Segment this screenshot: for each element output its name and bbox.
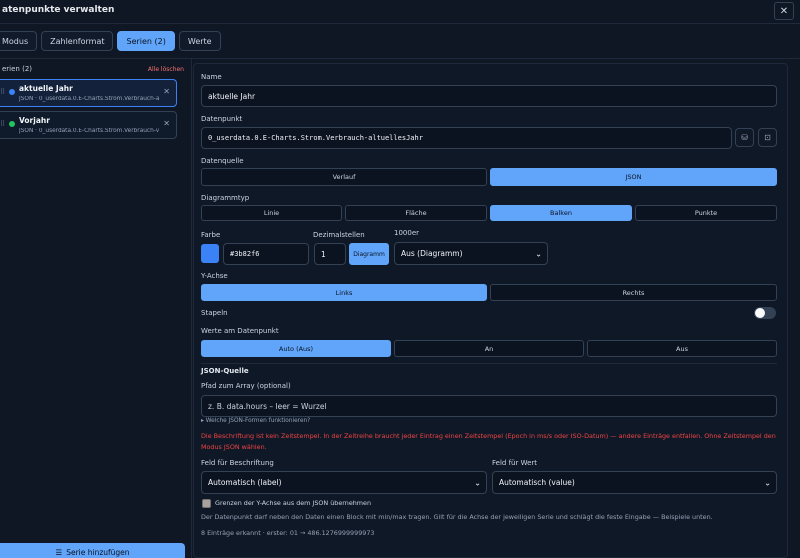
datapoint-input[interactable]: 0_userdata.0.E-Charts.Strom.Verbrauch-al… xyxy=(201,127,732,149)
series-count-header: erien (2) xyxy=(2,65,33,73)
yaxis-option-rechts[interactable]: Rechts xyxy=(490,284,777,301)
yaxis-option-links[interactable]: Links xyxy=(201,284,487,301)
series-item[interactable]: ⠿ Vorjahr JSON · 0_userdata.0.E-Charts.S… xyxy=(0,111,177,139)
values-label: Werte am Datenpunkt xyxy=(201,327,279,335)
tab-werte[interactable]: Werte xyxy=(178,31,221,51)
decimals-diagram-button[interactable]: Diagramm xyxy=(349,243,389,265)
database-icon[interactable]: ⛁ xyxy=(735,128,754,147)
values-option-an[interactable]: An xyxy=(394,340,584,357)
series-item[interactable]: ⠿ aktuelle Jahr JSON · 0_userdata.0.E-Ch… xyxy=(0,79,177,107)
label-field-label: Feld für Beschriftung xyxy=(201,459,274,467)
tab-bar: Modus Zahlenformat Serien (2) Werte xyxy=(0,31,221,51)
source-label: Datenquelle xyxy=(201,157,244,165)
chevron-down-icon: ⌄ xyxy=(764,478,771,487)
thousands-select-value: Aus (Diagramm) xyxy=(401,249,463,258)
series-editor: Name aktuelle Jahr Datenpunkt 0_userdata… xyxy=(193,63,788,558)
chart-type-label: Diagrammtyp xyxy=(201,194,250,202)
close-icon[interactable]: ✕ xyxy=(774,2,794,20)
list-icon: ☰ xyxy=(55,547,63,557)
values-option-aus[interactable]: Aus xyxy=(587,340,777,357)
decimals-label: Dezimalstellen xyxy=(313,231,365,239)
stack-label: Stapeln xyxy=(201,309,228,317)
stack-toggle[interactable] xyxy=(754,307,776,319)
series-sidebar: erien (2) Alle löschen ⠿ aktuelle Jahr J… xyxy=(0,59,192,558)
chart-type-linie[interactable]: Linie xyxy=(201,205,342,221)
series-subtitle: JSON · 0_userdata.0.E-Charts.Strom.Verbr… xyxy=(19,96,159,102)
yaxis-limits-description: Der Datenpunkt darf neben den Daten eine… xyxy=(201,513,713,521)
color-hex-input[interactable]: #3b82f6 xyxy=(223,243,309,265)
entries-detected-info: 8 Einträge erkannt · erster: 01 → 486.12… xyxy=(201,529,375,537)
chart-type-flaeche[interactable]: Fläche xyxy=(345,205,487,221)
decimals-input[interactable]: 1 xyxy=(314,243,346,265)
name-label: Name xyxy=(201,73,222,81)
array-path-input[interactable]: z. B. data.hours – leer = Wurzel xyxy=(201,395,777,417)
series-name: aktuelle Jahr xyxy=(19,84,73,93)
series-color-dot xyxy=(9,89,15,95)
dialog-title: atenpunkte verwalten xyxy=(2,5,115,15)
tab-modus[interactable]: Modus xyxy=(0,31,38,51)
thousands-label: 1000er xyxy=(394,229,419,237)
dialog-titlebar: atenpunkte verwalten ✕ xyxy=(0,0,800,24)
clear-all-link[interactable]: Alle löschen xyxy=(148,66,184,73)
tab-serien[interactable]: Serien (2) xyxy=(117,31,175,51)
drag-handle-icon[interactable]: ⠿ xyxy=(0,88,5,96)
array-path-label: Pfad zum Array (optional) xyxy=(201,382,291,390)
datapoint-label: Datenpunkt xyxy=(201,115,243,123)
yaxis-label: Y-Achse xyxy=(201,272,228,280)
yaxis-limits-checkbox[interactable] xyxy=(202,499,211,508)
remove-series-icon[interactable]: ✕ xyxy=(163,119,170,128)
chart-type-balken[interactable]: Balken xyxy=(490,205,632,221)
array-path-placeholder: z. B. data.hours – leer = Wurzel xyxy=(208,401,327,411)
json-source-title: JSON-Quelle xyxy=(201,367,249,375)
series-subtitle: JSON · 0_userdata.0.E-Charts.Strom.Verbr… xyxy=(19,128,159,134)
color-label: Farbe xyxy=(201,231,221,239)
thousands-select[interactable]: Aus (Diagramm) ⌄ xyxy=(394,242,548,265)
source-option-verlauf[interactable]: Verlauf xyxy=(201,168,487,186)
toggle-knob xyxy=(755,308,765,318)
label-field-value: Automatisch (label) xyxy=(208,478,282,487)
chart-type-punkte[interactable]: Punkte xyxy=(635,205,777,221)
remove-series-icon[interactable]: ✕ xyxy=(163,87,170,96)
json-forms-disclosure[interactable]: ▸ Welche JSON-Formen funktionieren? xyxy=(201,418,310,424)
series-color-dot xyxy=(9,121,15,127)
source-option-json[interactable]: JSON xyxy=(490,168,777,186)
add-series-button[interactable]: ☰ Serie hinzufügen xyxy=(0,543,185,558)
chevron-down-icon: ⌄ xyxy=(535,249,542,258)
browse-icon[interactable]: ⊡ xyxy=(758,128,777,147)
values-option-auto[interactable]: Auto (Aus) xyxy=(201,340,391,357)
value-field-label: Feld für Wert xyxy=(492,459,538,467)
color-swatch[interactable] xyxy=(201,244,219,263)
add-series-label: Serie hinzufügen xyxy=(66,547,130,557)
series-name: Vorjahr xyxy=(19,116,50,125)
yaxis-limits-label: Grenzen der Y-Achse aus dem JSON überneh… xyxy=(215,499,372,507)
value-field-select[interactable]: Automatisch (value) ⌄ xyxy=(492,471,777,494)
value-field-value: Automatisch (value) xyxy=(499,478,575,487)
section-divider xyxy=(201,363,777,364)
chevron-down-icon: ⌄ xyxy=(474,478,481,487)
tab-zahlenformat[interactable]: Zahlenformat xyxy=(41,31,114,51)
name-input[interactable]: aktuelle Jahr xyxy=(201,85,777,107)
drag-handle-icon[interactable]: ⠿ xyxy=(0,120,5,128)
timestamp-error: Die Beschriftung ist kein Zeitstempel. I… xyxy=(201,432,776,451)
label-field-select[interactable]: Automatisch (label) ⌄ xyxy=(201,471,487,494)
